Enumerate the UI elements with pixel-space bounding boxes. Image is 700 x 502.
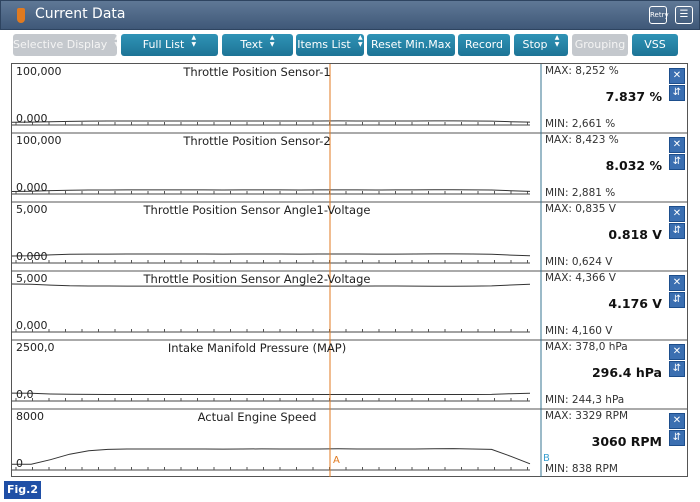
reorder-channel-icon[interactable]: ⇵ bbox=[669, 223, 685, 239]
spinner-icon: ▲▼ bbox=[113, 34, 117, 48]
retry-icon[interactable]: Retry bbox=[649, 6, 669, 24]
channel-title: Throttle Position Sensor Angle1-Voltage bbox=[143, 203, 371, 217]
channel-trace bbox=[12, 253, 531, 257]
close-channel-icon[interactable]: ✕ bbox=[669, 206, 685, 222]
axis-max-label: 2500,0 bbox=[16, 341, 55, 354]
cursor-b-label: B bbox=[543, 453, 550, 464]
axis-min-label: 0,000 bbox=[16, 319, 48, 332]
max-value: MAX: 8,252 % bbox=[545, 65, 619, 77]
toolbar-button-label: Record bbox=[464, 38, 503, 51]
toolbar-button-label: Stop bbox=[522, 38, 548, 51]
menu-icon[interactable]: ☰ bbox=[675, 6, 693, 24]
channel-title: Throttle Position Sensor Angle2-Voltage bbox=[143, 272, 371, 286]
axis-min-label: 0,000 bbox=[16, 181, 48, 194]
close-channel-icon[interactable]: ✕ bbox=[669, 68, 685, 84]
current-value: 7.837 % bbox=[605, 89, 662, 104]
current-value: 0.818 V bbox=[608, 227, 662, 242]
channel-trace bbox=[12, 448, 531, 465]
channel-title: Throttle Position Sensor-1 bbox=[183, 65, 331, 79]
toolbar-button-label: VSS bbox=[644, 38, 666, 51]
channel-title: Actual Engine Speed bbox=[197, 410, 317, 424]
spinner-icon: ▲▼ bbox=[553, 34, 561, 48]
max-value: MAX: 3329 RPM bbox=[545, 410, 629, 422]
axis-max-label: 100,000 bbox=[16, 134, 62, 147]
current-value: 3060 RPM bbox=[591, 434, 662, 449]
spinner-icon: ▲▼ bbox=[268, 34, 276, 48]
reorder-channel-icon[interactable]: ⇵ bbox=[669, 430, 685, 446]
channel-title: Intake Manifold Pressure (MAP) bbox=[167, 341, 347, 355]
channel-title: Throttle Position Sensor-2 bbox=[183, 134, 331, 148]
toolbar-button-3[interactable]: Text ▲▼ bbox=[222, 34, 293, 56]
toolbar-button-label: Items List bbox=[297, 38, 351, 51]
min-value: MIN: 4,160 V bbox=[545, 325, 613, 337]
toolbar-button-9[interactable]: VSS bbox=[632, 34, 678, 56]
toolbar-button-1: Selective Display ▲▼ bbox=[13, 34, 117, 56]
current-value: 4.176 V bbox=[608, 296, 662, 311]
toolbar-button-7[interactable]: Stop ▲▼ bbox=[514, 34, 568, 56]
channel-trace bbox=[12, 392, 531, 395]
min-value: MIN: 2,661 % bbox=[545, 118, 616, 130]
toolbar-button-label: Reset Min.Max bbox=[371, 38, 451, 51]
close-channel-icon[interactable]: ✕ bbox=[669, 413, 685, 429]
reorder-channel-icon[interactable]: ⇵ bbox=[669, 292, 685, 308]
axis-max-label: 5,000 bbox=[16, 272, 48, 285]
toolbar-button-2[interactable]: Full List ▲▼ bbox=[121, 34, 218, 56]
channel-trace bbox=[12, 120, 531, 123]
max-value: MAX: 8,423 % bbox=[545, 134, 619, 146]
spinner-icon: ▲▼ bbox=[190, 34, 198, 48]
cursor-a-label: A bbox=[333, 455, 340, 466]
close-channel-icon[interactable]: ✕ bbox=[669, 137, 685, 153]
axis-min-label: 0 bbox=[16, 457, 23, 470]
toolbar-button-4[interactable]: Items List ▲▼ bbox=[296, 34, 364, 56]
channel-trace bbox=[12, 189, 531, 192]
axis-min-label: 0,000 bbox=[16, 112, 48, 125]
toolbar-button-5[interactable]: Reset Min.Max bbox=[367, 34, 455, 56]
toolbar-button-label: Grouping bbox=[574, 38, 626, 51]
window-title: Current Data bbox=[35, 6, 126, 22]
close-channel-icon[interactable]: ✕ bbox=[669, 344, 685, 360]
min-value: MIN: 838 RPM bbox=[545, 463, 618, 475]
axis-min-label: 0,000 bbox=[16, 250, 48, 263]
axis-max-label: 100,000 bbox=[16, 65, 62, 78]
axis-max-label: 5,000 bbox=[16, 203, 48, 216]
toolbar-button-8: Grouping bbox=[572, 34, 628, 56]
min-value: MIN: 2,881 % bbox=[545, 187, 616, 199]
retry-label: Retry bbox=[650, 11, 669, 19]
reorder-channel-icon[interactable]: ⇵ bbox=[669, 154, 685, 170]
max-value: MAX: 378,0 hPa bbox=[545, 341, 628, 353]
window-titlebar: Current Data Retry ☰ bbox=[0, 0, 700, 30]
min-value: MIN: 244,3 hPa bbox=[545, 394, 625, 406]
toolbar-button-6[interactable]: Record bbox=[458, 34, 510, 56]
toolbar-button-label: Text bbox=[240, 38, 263, 51]
figure-label: Fig.2 bbox=[4, 481, 41, 499]
app-icon bbox=[17, 8, 25, 23]
axis-max-label: 8000 bbox=[16, 410, 44, 423]
current-value: 296.4 hPa bbox=[591, 365, 662, 380]
max-value: MAX: 0,835 V bbox=[545, 203, 616, 215]
spinner-icon: ▲▼ bbox=[356, 34, 364, 48]
axis-min-label: 0,0 bbox=[16, 388, 34, 401]
close-channel-icon[interactable]: ✕ bbox=[669, 275, 685, 291]
toolbar-button-label: Selective Display bbox=[13, 38, 108, 51]
current-value: 8.032 % bbox=[605, 158, 662, 173]
toolbar-button-label: Full List bbox=[142, 38, 185, 51]
reorder-channel-icon[interactable]: ⇵ bbox=[669, 361, 685, 377]
toolbar: Selective Display ▲▼ Full List ▲▼ Text ▲▼ Item… bbox=[0, 30, 700, 60]
max-value: MAX: 4,366 V bbox=[545, 272, 616, 284]
reorder-channel-icon[interactable]: ⇵ bbox=[669, 85, 685, 101]
min-value: MIN: 0,624 V bbox=[545, 256, 613, 268]
